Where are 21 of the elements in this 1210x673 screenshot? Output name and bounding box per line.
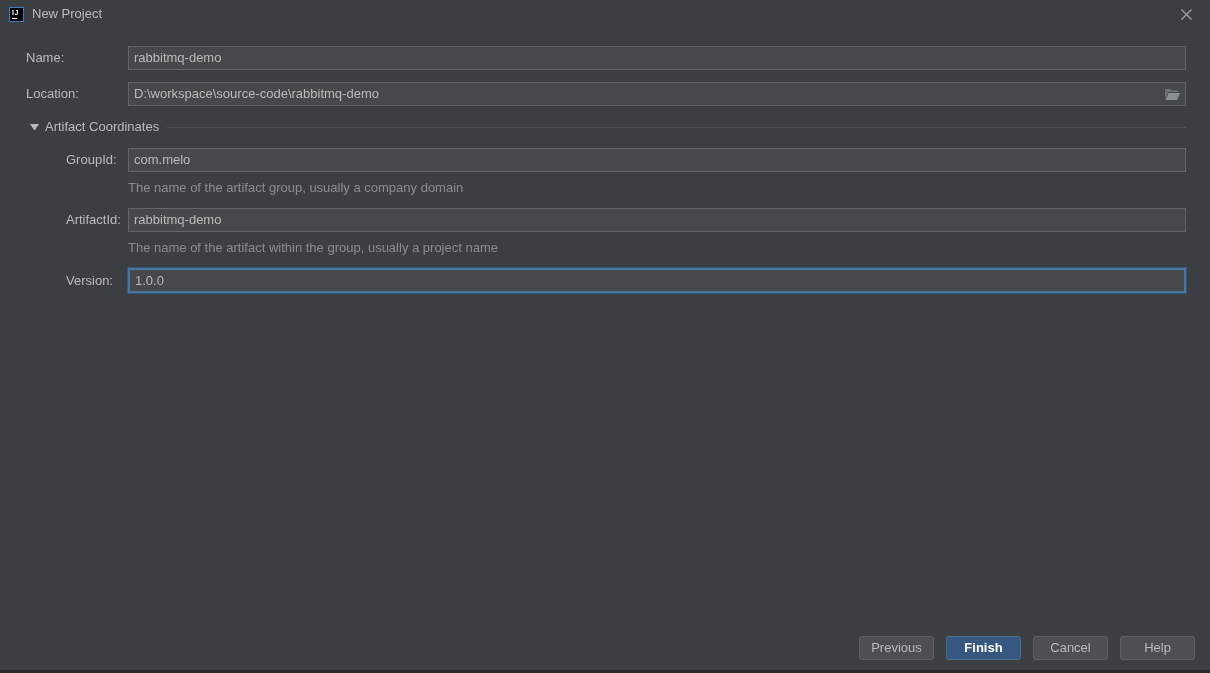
field-label: Version: [66,271,114,290]
section-toggle[interactable]: Artifact Coordinates [26,117,160,137]
dialog-button[interactable]: Cancel [1033,636,1108,660]
hint-text: The name of the artifact within the group, usually a project name [128,240,498,256]
close-icon[interactable] [1181,8,1192,20]
window-title: New Project [32,5,103,24]
finish-button[interactable]: Finish [946,636,1021,660]
path-field[interactable]: D:\workspace\source-code\rabbitmq-demo [128,82,1186,106]
field-label: Name: [26,49,66,68]
caret-icon [30,123,39,131]
text-field[interactable]: rabbitmq-demo [128,208,1186,232]
folder-icon[interactable] [1165,88,1180,100]
field-label: ArtifactId: [66,211,122,230]
hint-text: The name of the artifact group, usually a company domain [128,180,464,196]
dialog-button[interactable]: Help [1120,636,1195,660]
dialog-button[interactable]: Previous [859,636,934,660]
text-field[interactable]: 1.0.0 [128,268,1186,293]
text-field[interactable]: rabbitmq-demo [128,46,1186,70]
field-label: Location: [26,85,80,104]
field-label: GroupId: [66,151,118,170]
text-field[interactable]: com.melo [128,148,1186,172]
